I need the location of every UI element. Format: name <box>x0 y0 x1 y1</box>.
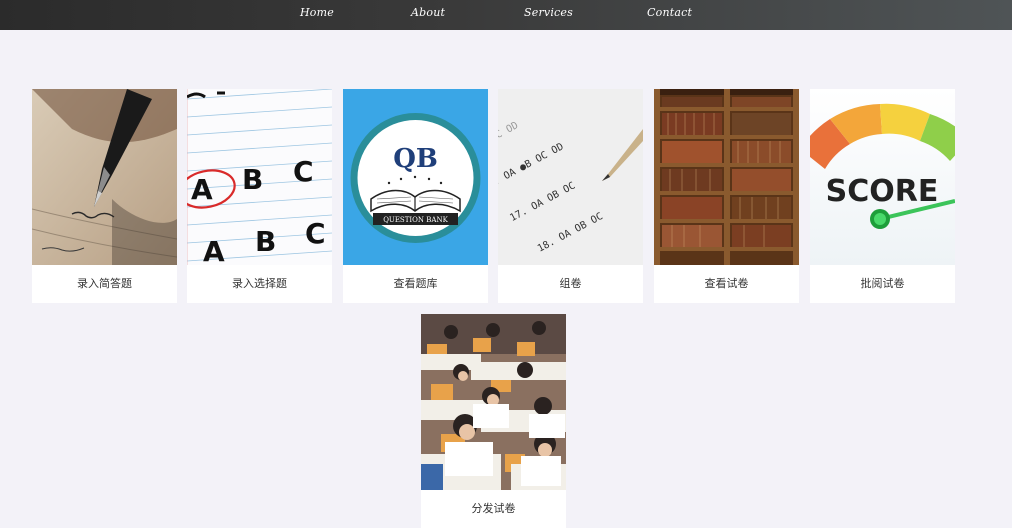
choice-letter-a: A <box>203 235 225 265</box>
choice-letter-b: B <box>242 163 263 196</box>
question-bank-logo: QB QUESTION BANK <box>343 89 488 265</box>
students-exam-photo <box>421 314 566 490</box>
choice-letter-a: A <box>191 173 213 206</box>
card-compose-paper[interactable]: A OB OC OD 16. OA ●B OC OD 17. OA OB OC … <box>498 89 643 303</box>
card-multiple-choice-entry[interactable]: A B C A B C 录入选择题 <box>187 89 332 303</box>
nav-link-contact[interactable]: Contact <box>647 6 692 19</box>
card-label: 批阅试卷 <box>860 277 905 290</box>
choice-letter-c: C <box>293 155 314 188</box>
card-label: 分发试卷 <box>471 502 516 515</box>
fountain-pen-writing-image <box>32 89 177 265</box>
abc-handwriting-image: A B C A B C <box>187 89 332 265</box>
nav-link-about[interactable]: About <box>411 6 445 19</box>
card-short-answer-entry[interactable]: 录入简答题 <box>32 89 177 303</box>
card-label: 录入简答题 <box>77 277 132 290</box>
gauge-score-text: SCORE <box>826 174 939 209</box>
qb-logo-text: QB <box>393 144 438 174</box>
bookshelf-image <box>654 89 799 265</box>
score-gauge-image: SCORE <box>810 89 955 265</box>
card-view-question-bank[interactable]: QB QUESTION BANK 查看题库 <box>343 89 488 303</box>
card-view-papers[interactable]: 查看试卷 <box>654 89 799 303</box>
card-label: 组卷 <box>559 277 582 290</box>
card-grade-papers[interactable]: SCORE 批阅试卷 <box>810 89 955 303</box>
choice-letter-b: B <box>255 225 276 258</box>
card-label: 查看试卷 <box>704 277 749 290</box>
card-label: 查看题库 <box>393 277 438 290</box>
choice-letter-c: C <box>305 217 326 250</box>
card-label: 录入选择题 <box>232 277 287 290</box>
answer-sheet-image: A OB OC OD 16. OA ●B OC OD 17. OA OB OC … <box>498 89 643 265</box>
card-distribute-papers[interactable]: 分发试卷 <box>421 314 566 528</box>
top-navigation-bar: Home About Services Contact <box>0 0 1012 30</box>
nav-link-home[interactable]: Home <box>300 6 334 19</box>
nav-link-services[interactable]: Services <box>524 6 573 19</box>
qb-logo-subtext: QUESTION BANK <box>383 216 448 224</box>
